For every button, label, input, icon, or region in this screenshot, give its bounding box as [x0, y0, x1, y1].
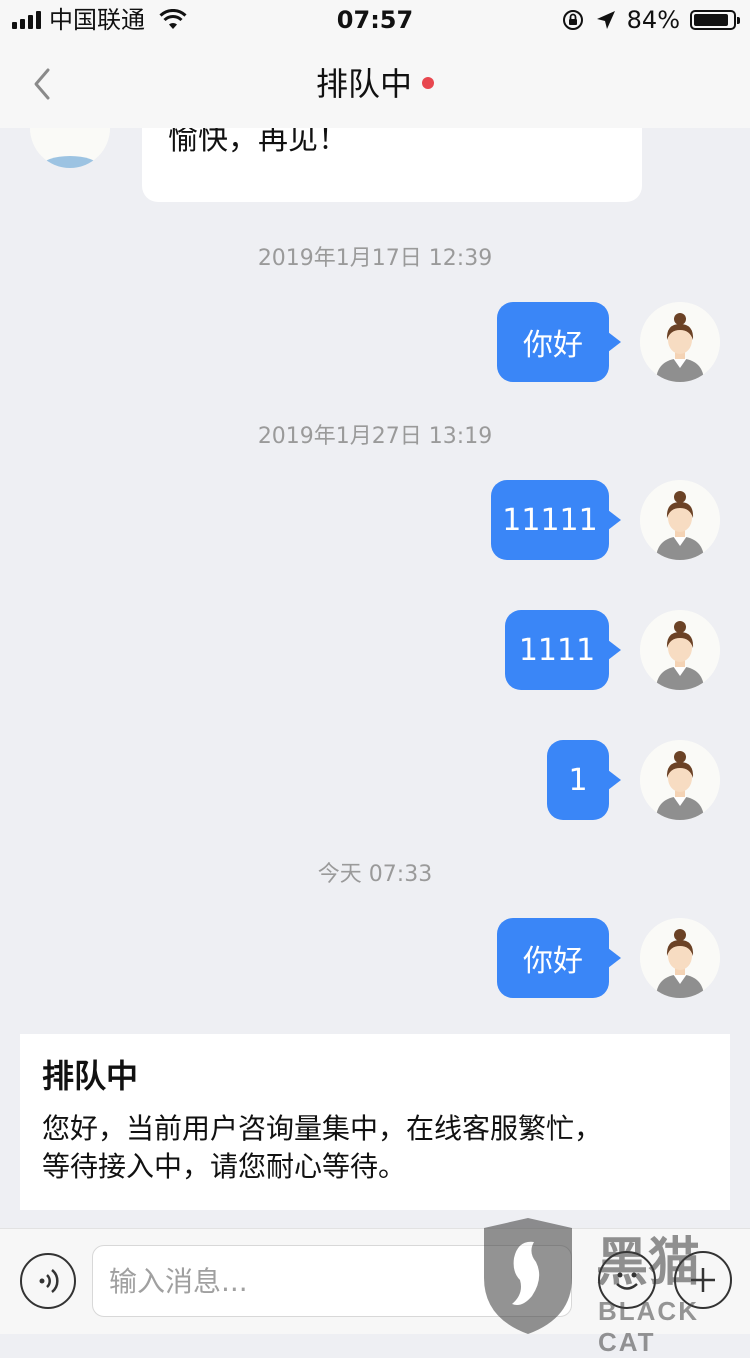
voice-icon [39, 1269, 59, 1293]
message-text: 1111 [518, 632, 596, 668]
emoji-icon [616, 1272, 638, 1290]
status-dot [422, 77, 434, 89]
input-bar [0, 1228, 750, 1334]
timestamp: 2019年1月27日 13:19 [257, 424, 493, 449]
plus-icon [691, 1268, 715, 1292]
orientation-lock-icon [562, 10, 583, 30]
user-avatar[interactable] [640, 480, 720, 560]
battery-percent: 84% [626, 6, 680, 34]
user-avatar-icon [640, 918, 720, 998]
user-avatar[interactable] [640, 610, 720, 690]
user-message-bubble[interactable]: 你好 [497, 302, 621, 382]
page-title-text: 排队中 [315, 65, 412, 103]
agent-message-text: 愉快，再见！ [168, 128, 348, 157]
queue-status-card: 排队中 您好，当前用户咨询量集中，在线客服繁忙， 等待接入中，请您耐心等待。 [20, 1034, 730, 1210]
status-bar: 中国联通 07:57 84% [0, 0, 750, 40]
agent-avatar-icon [30, 128, 110, 168]
emoji-button[interactable] [598, 1251, 656, 1309]
user-message-bubble[interactable]: 1 [547, 740, 621, 820]
status-right: 84% [561, 6, 740, 34]
timestamp: 2019年1月17日 12:39 [257, 246, 493, 271]
message-text: 你好 [523, 944, 583, 979]
message-text: 1 [568, 762, 588, 798]
message-input[interactable] [92, 1245, 572, 1317]
battery-icon [690, 10, 740, 30]
battery-fill [694, 14, 728, 26]
nav-bar: 排队中 [0, 40, 750, 128]
message-text: 11111 [502, 502, 598, 538]
page-title: 排队中 [0, 64, 750, 104]
agent-avatar [30, 128, 110, 168]
voice-button[interactable] [20, 1253, 76, 1309]
user-message-bubble[interactable]: 11111 [491, 480, 621, 560]
user-message-bubble[interactable]: 你好 [497, 918, 621, 998]
queue-card-line-1: 您好，当前用户咨询量集中，在线客服繁忙， [42, 1112, 603, 1145]
timestamp: 今天 07:33 [317, 862, 433, 887]
user-avatar[interactable] [640, 302, 720, 382]
user-avatar-icon [640, 302, 720, 382]
location-arrow-icon [596, 11, 615, 29]
queue-card-title: 排队中 [42, 1057, 139, 1095]
message-text: 你好 [523, 328, 583, 363]
user-avatar-icon [640, 480, 720, 560]
more-button[interactable] [674, 1251, 732, 1309]
user-message-bubble[interactable]: 1111 [505, 610, 621, 690]
user-avatar[interactable] [640, 740, 720, 820]
user-avatar-icon [640, 740, 720, 820]
agent-message-bubble: 愉快，再见！ [142, 128, 642, 202]
queue-card-line-2: 等待接入中，请您耐心等待。 [42, 1150, 407, 1183]
user-avatar[interactable] [640, 918, 720, 998]
user-avatar-icon [640, 610, 720, 690]
